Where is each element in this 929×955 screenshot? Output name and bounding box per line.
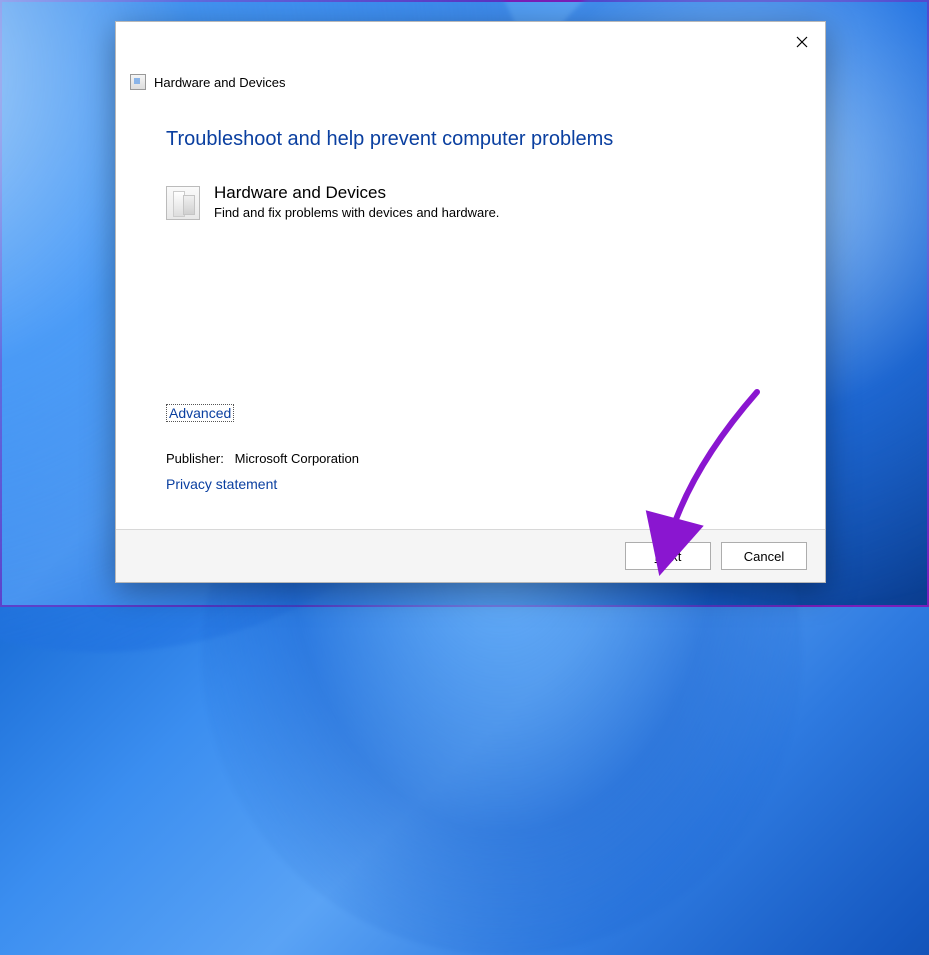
item-description: Find and fix problems with devices and h…	[214, 205, 499, 220]
item-title: Hardware and Devices	[214, 183, 499, 203]
content-area: Troubleshoot and help prevent computer p…	[116, 90, 825, 529]
lower-info-block: Advanced Publisher: Microsoft Corporatio…	[166, 404, 766, 494]
titlebar	[116, 22, 825, 56]
button-bar: Next Cancel	[116, 529, 825, 582]
item-text-block: Hardware and Devices Find and fix proble…	[214, 183, 499, 220]
privacy-statement-link[interactable]: Privacy statement	[166, 476, 277, 492]
publisher-label: Publisher:	[166, 451, 224, 466]
next-rest: ext	[664, 549, 681, 564]
window-title: Hardware and Devices	[154, 75, 286, 90]
cancel-button[interactable]: Cancel	[721, 542, 807, 570]
troubleshooter-dialog: Hardware and Devices Troubleshoot and he…	[115, 21, 826, 583]
page-heading: Troubleshoot and help prevent computer p…	[166, 128, 775, 151]
troubleshooter-icon	[130, 74, 146, 90]
hardware-devices-icon	[166, 186, 200, 220]
publisher-name: Microsoft Corporation	[235, 451, 359, 466]
close-button[interactable]	[785, 28, 819, 56]
troubleshooter-item: Hardware and Devices Find and fix proble…	[166, 183, 775, 220]
publisher-row: Publisher: Microsoft Corporation	[166, 451, 766, 466]
close-icon	[796, 36, 808, 48]
advanced-link[interactable]: Advanced	[166, 404, 234, 422]
window-heading-row: Hardware and Devices	[116, 56, 825, 90]
next-button[interactable]: Next	[625, 542, 711, 570]
next-mnemonic: N	[655, 549, 664, 564]
